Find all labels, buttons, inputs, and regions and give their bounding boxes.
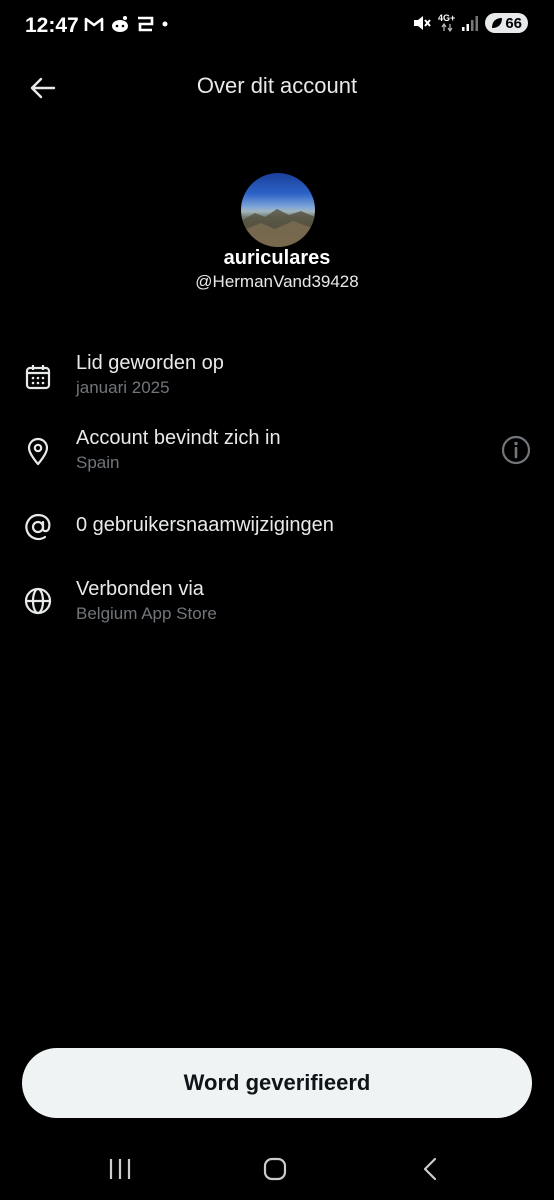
home-icon[interactable] <box>255 1154 295 1184</box>
leaf-icon <box>492 18 503 28</box>
app-notification-icon <box>138 16 154 32</box>
info-row-title: 0 gebruikersnaamwijzigingen <box>76 514 334 536</box>
user-handle: @HermanVand39428 <box>195 272 359 291</box>
reddit-icon <box>112 16 128 32</box>
battery-level: 66 <box>505 14 522 32</box>
battery-indicator: 66 <box>485 13 528 33</box>
location-pin-icon <box>27 437 49 466</box>
top-app-bar: Over dit account <box>0 60 554 114</box>
network-indicator: 4G+ <box>438 14 455 32</box>
get-verified-button[interactable]: Word geverifieerd <box>22 1048 532 1118</box>
data-arrows-icon <box>441 23 453 32</box>
info-row-subtitle: Belgium App Store <box>76 604 217 623</box>
recent-apps-icon[interactable] <box>100 1154 140 1184</box>
avatar[interactable] <box>241 173 315 247</box>
system-status-icons: 4G+ 66 <box>412 13 528 33</box>
info-row-title: Account bevindt zich in <box>76 427 281 449</box>
globe-icon <box>24 587 52 615</box>
network-type: 4G+ <box>438 13 456 23</box>
info-row-title: Lid geworden op <box>76 352 224 374</box>
info-row-joined: Lid geworden op januari 2025 <box>0 350 554 406</box>
system-navigation-bar <box>0 1140 554 1200</box>
mute-icon <box>414 16 431 30</box>
more-notifications-dot-icon <box>162 21 168 27</box>
info-row-subtitle: januari 2025 <box>76 378 170 397</box>
info-row-title: Verbonden via <box>76 578 204 600</box>
signal-icon <box>462 16 479 31</box>
status-bar: 12:47 4G+ 66 <box>0 0 554 54</box>
back-nav-icon[interactable] <box>410 1154 450 1184</box>
status-time: 12:47 <box>25 14 79 37</box>
page-title: Over dit account <box>196 73 358 98</box>
display-name: auriculares <box>223 247 331 269</box>
avatar-mountain-image <box>241 209 315 247</box>
notification-icons <box>84 15 170 33</box>
info-row-username-changes: 0 gebruikersnaamwijzigingen <box>0 508 554 548</box>
info-icon[interactable] <box>500 434 532 466</box>
gmail-icon <box>84 17 104 31</box>
at-sign-icon <box>25 513 51 541</box>
calendar-icon <box>25 365 51 390</box>
info-row-location: Account bevindt zich in Spain <box>0 425 554 481</box>
info-row-subtitle: Spain <box>76 453 120 472</box>
info-row-connected-via: Verbonden via Belgium App Store <box>0 576 554 632</box>
